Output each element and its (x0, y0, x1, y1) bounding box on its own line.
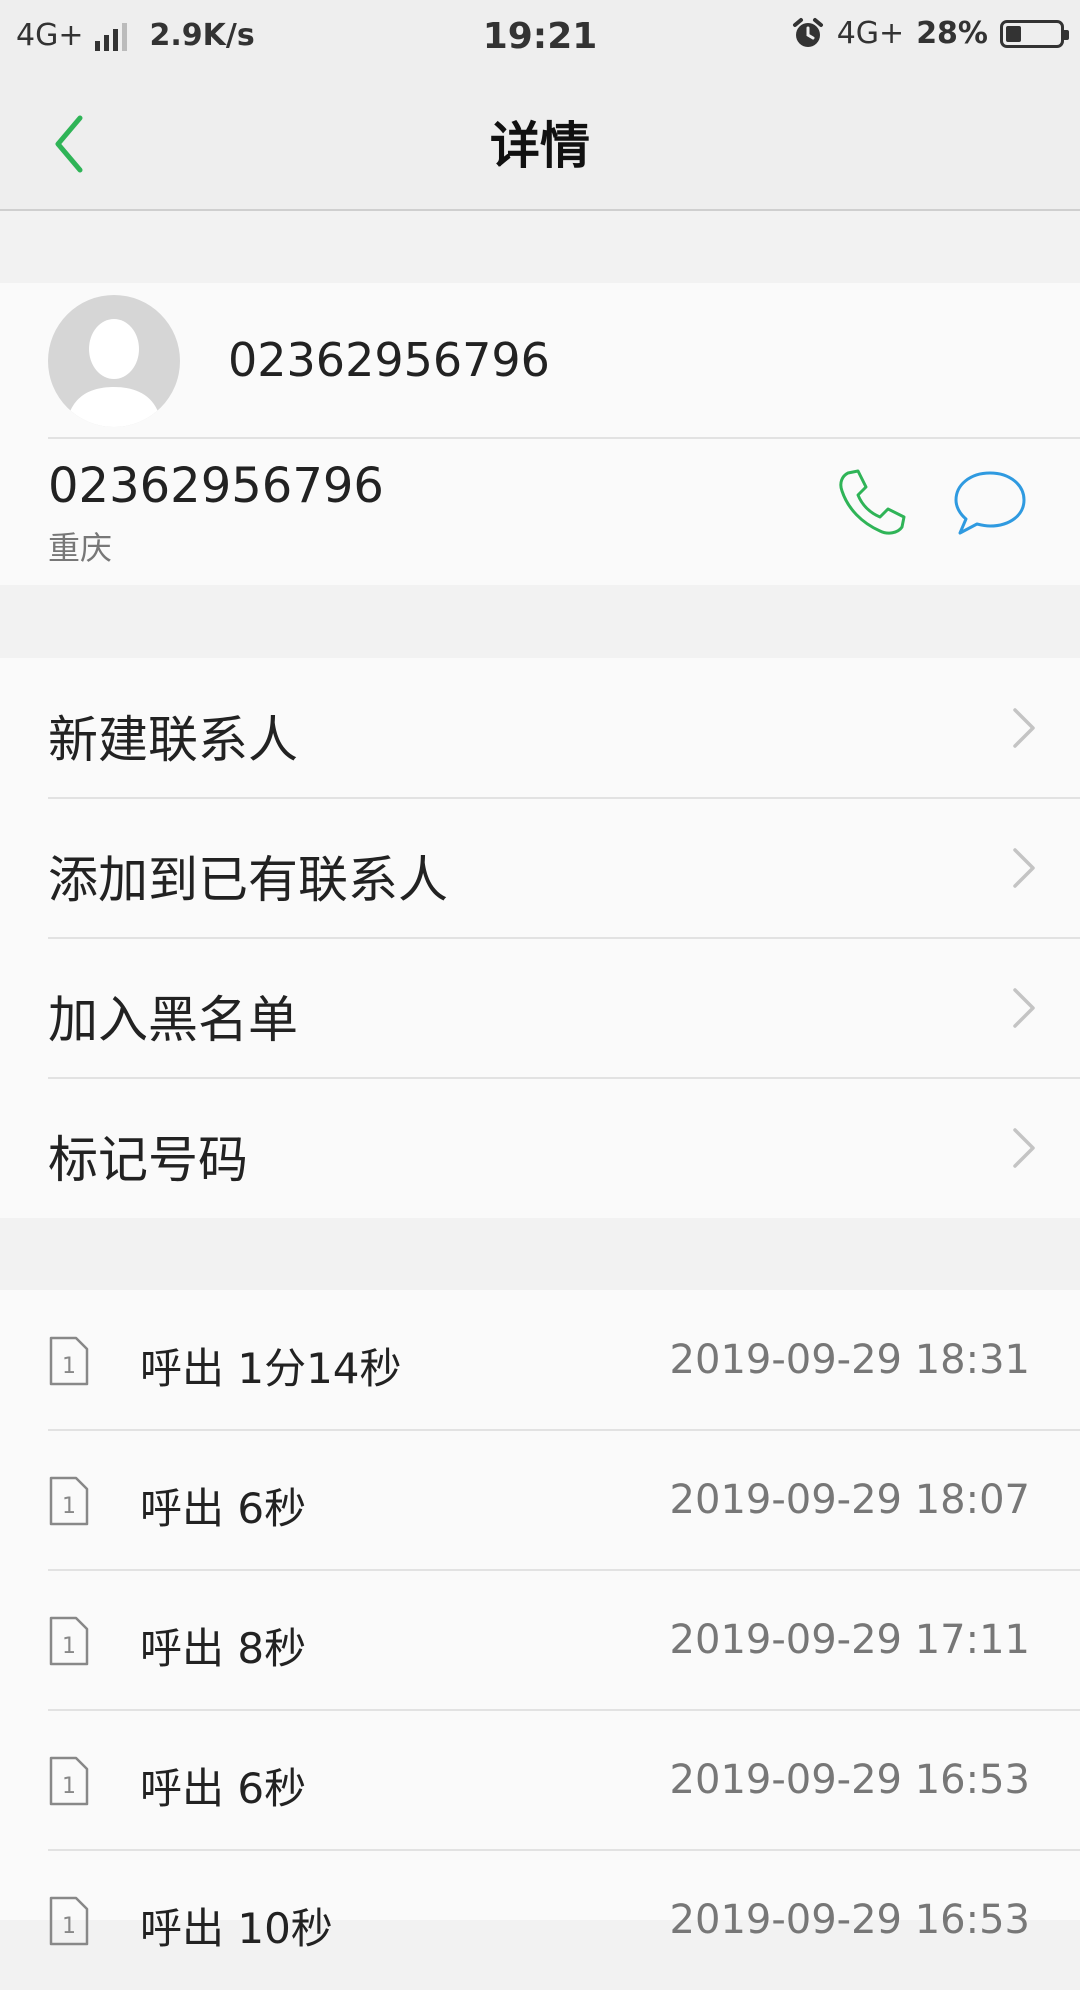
svg-text:1: 1 (62, 1354, 76, 1379)
battery-icon (1000, 19, 1069, 48)
action-label: 添加到已有联系人 (48, 851, 448, 909)
svg-text:1: 1 (62, 1634, 76, 1659)
app-header: 详情 (0, 76, 1080, 211)
message-bubble-icon (954, 471, 1026, 535)
sim-card-icon: 1 (49, 1616, 89, 1666)
sim-card-icon: 1 (49, 1756, 89, 1806)
call-log-item[interactable]: 1 呼出 1分14秒 2019-09-29 18:31 (0, 1290, 1080, 1430)
call-type-duration: 呼出 6秒 (140, 1484, 307, 1533)
status-bar: 4G+ 2.9K/s 19:21 4G+ 28% (0, 0, 1080, 76)
sim-card-icon: 1 (49, 1896, 89, 1946)
svg-text:1: 1 (62, 1494, 76, 1519)
call-time: 2019-09-29 18:07 (669, 1477, 1030, 1523)
call-log-item[interactable]: 1 呼出 6秒 2019-09-29 18:07 (0, 1430, 1080, 1570)
call-button[interactable] (830, 463, 910, 543)
contact-card: 02362956796 02362956796 重庆 (0, 283, 1080, 585)
call-type-duration: 呼出 10秒 (140, 1904, 333, 1953)
call-log-item[interactable]: 1 呼出 6秒 2019-09-29 16:53 (0, 1710, 1080, 1850)
action-list: 新建联系人 添加到已有联系人 加入黑名单 标记号码 (0, 658, 1080, 1218)
divider (48, 437, 1080, 439)
chevron-right-icon (1013, 708, 1035, 748)
phone-icon (839, 469, 906, 535)
action-label: 标记号码 (48, 1131, 248, 1189)
network-indicator-right: 4G+ (836, 16, 905, 51)
alarm-icon (792, 17, 823, 47)
battery-percent: 28% (916, 16, 988, 51)
call-time: 2019-09-29 16:53 (669, 1897, 1030, 1943)
add-to-blacklist-row[interactable]: 加入黑名单 (0, 938, 1080, 1078)
phone-location: 重庆 (48, 529, 113, 567)
contact-name: 02362956796 (228, 333, 550, 387)
action-label: 新建联系人 (48, 711, 298, 769)
call-log-list: 1 呼出 1分14秒 2019-09-29 18:31 1 呼出 6秒 2019… (0, 1290, 1080, 1953)
call-type-duration: 呼出 1分14秒 (140, 1344, 402, 1393)
chevron-right-icon (1013, 1128, 1035, 1168)
add-to-existing-contact-row[interactable]: 添加到已有联系人 (0, 798, 1080, 938)
battery-level (1006, 25, 1021, 42)
call-time: 2019-09-29 17:11 (669, 1617, 1030, 1663)
status-right: 4G+ 28% (791, 16, 1069, 51)
mark-number-row[interactable]: 标记号码 (0, 1078, 1080, 1218)
svg-text:1: 1 (62, 1774, 76, 1799)
avatar (48, 295, 180, 427)
person-silhouette-icon (66, 319, 162, 427)
phone-number[interactable]: 02362956796 (48, 458, 384, 514)
page-title: 详情 (490, 117, 590, 175)
sim-card-icon: 1 (49, 1476, 89, 1526)
chevron-right-icon (1013, 988, 1035, 1028)
call-log-item[interactable]: 1 呼出 10秒 2019-09-29 16:53 (0, 1850, 1080, 1990)
call-log-item[interactable]: 1 呼出 8秒 2019-09-29 17:11 (0, 1570, 1080, 1710)
svg-text:1: 1 (62, 1914, 76, 1939)
call-type-duration: 呼出 8秒 (140, 1624, 307, 1673)
chevron-right-icon (1013, 848, 1035, 888)
sim-card-icon: 1 (49, 1336, 89, 1386)
new-contact-row[interactable]: 新建联系人 (0, 658, 1080, 798)
call-time: 2019-09-29 16:53 (669, 1757, 1030, 1803)
call-time: 2019-09-29 18:31 (669, 1337, 1030, 1383)
message-button[interactable] (950, 463, 1030, 543)
call-type-duration: 呼出 6秒 (140, 1764, 307, 1813)
action-label: 加入黑名单 (48, 991, 298, 1049)
